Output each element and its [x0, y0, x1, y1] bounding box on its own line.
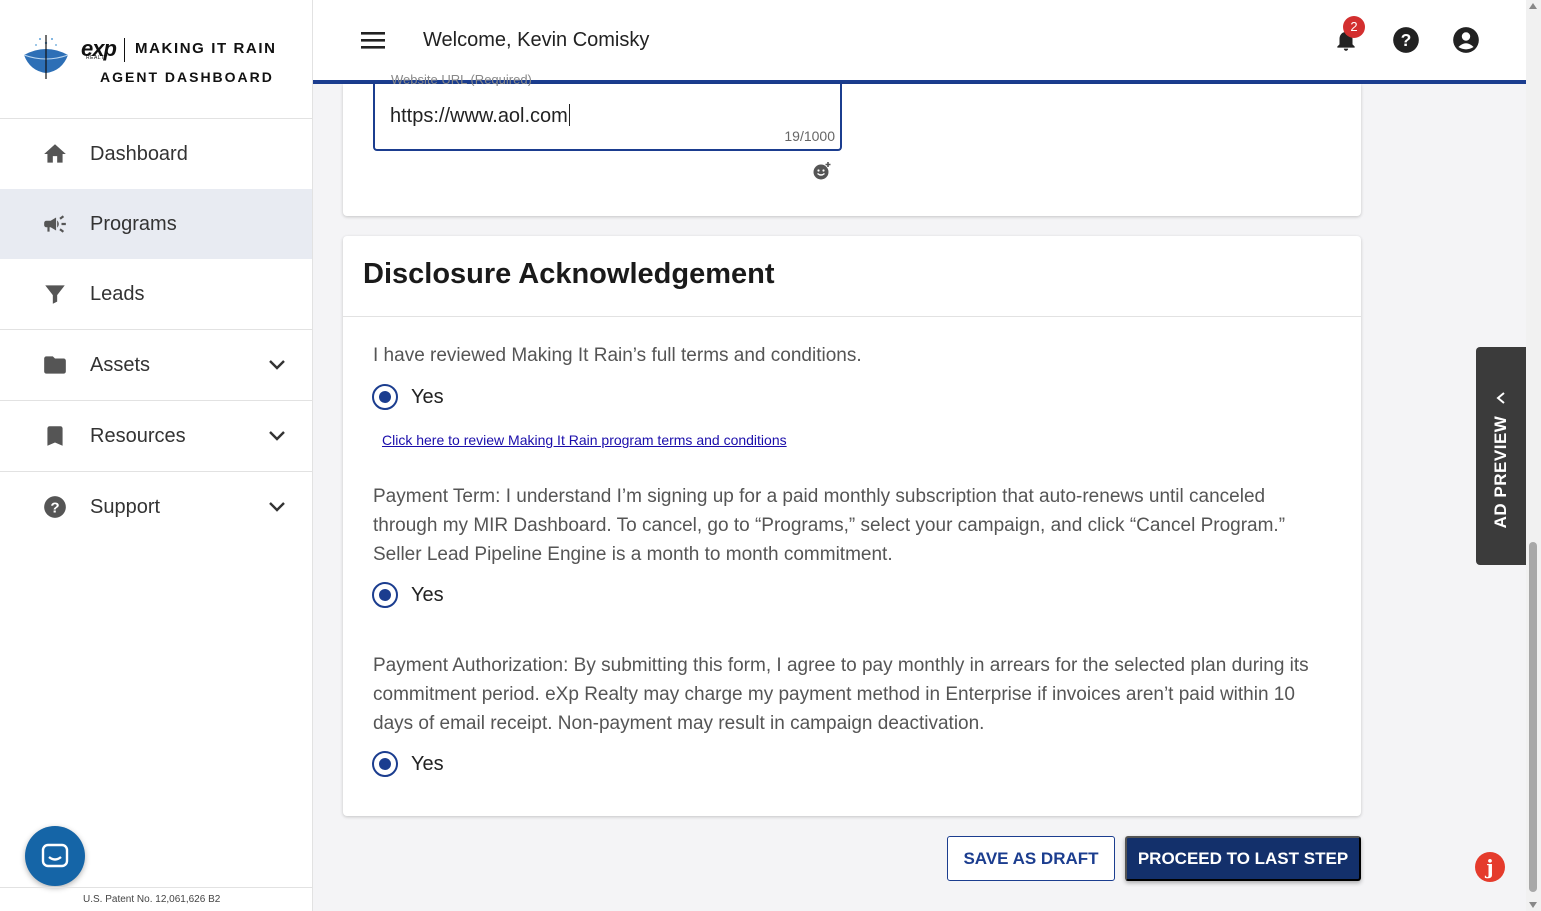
home-icon [42, 141, 68, 167]
notification-count-badge: 2 [1343, 16, 1365, 38]
brand-logo[interactable]: exp REALTY MAKING IT RAIN AGENT DASHBOAR… [0, 0, 312, 119]
welcome-message: Welcome, Kevin Comisky [423, 29, 650, 51]
help-icon[interactable]: ? [1392, 26, 1420, 54]
website-url-field[interactable]: Website URL (Required) https://www.aol.c… [373, 74, 842, 151]
text-caret [568, 104, 570, 126]
radio-label: Yes [411, 583, 444, 606]
chevron-down-icon[interactable] [268, 499, 286, 515]
ad-preview-label: AD PREVIEW [1491, 415, 1510, 529]
hamburger-menu-icon[interactable] [361, 30, 385, 50]
character-counter: 19/1000 [784, 128, 835, 144]
disclosure-question-terms: I have reviewed Making It Rain’s full te… [373, 345, 862, 366]
radio-button-selected[interactable] [372, 751, 398, 777]
radio-dot [379, 758, 391, 770]
chat-launcher-button[interactable] [25, 826, 85, 886]
website-url-label: Website URL (Required) [391, 74, 532, 86]
proceed-to-last-step-button[interactable]: PROCEED TO LAST STEP [1125, 836, 1361, 881]
sidebar: exp REALTY MAKING IT RAIN AGENT DASHBOAR… [0, 0, 313, 911]
sidebar-item-label: Assets [90, 353, 151, 376]
folder-icon [42, 352, 68, 378]
ad-preview-tab[interactable]: AD PREVIEW [1476, 347, 1526, 565]
website-url-card: Website URL (Required) https://www.aol.c… [343, 74, 1361, 216]
radio-label: Yes [411, 385, 444, 408]
bookmark-icon [42, 423, 68, 449]
brand-subtitle: AGENT DASHBOARD [100, 69, 274, 85]
sidebar-item-label: Resources [90, 424, 186, 447]
logo-divider [124, 38, 125, 62]
sidebar-item-label: Dashboard [90, 142, 188, 165]
radio-dot [379, 391, 391, 403]
emoji-picker-icon[interactable] [812, 161, 832, 181]
scroll-up-arrow-icon[interactable] [1529, 3, 1537, 9]
sidebar-item-dashboard[interactable]: Dashboard [0, 119, 312, 189]
exp-realty-text: REALTY [86, 55, 109, 61]
megaphone-icon [42, 211, 68, 237]
sidebar-item-label: Leads [90, 282, 145, 305]
disclosure-title: Disclosure Acknowledgement [343, 236, 1361, 317]
scroll-down-arrow-icon[interactable] [1529, 902, 1537, 908]
disclosure-question-payment-authorization: Payment Authorization: By submitting thi… [373, 655, 1309, 734]
scrollbar-thumb[interactable] [1529, 542, 1537, 892]
help-circle-icon: ? [42, 494, 68, 520]
sidebar-item-label: Support [90, 495, 161, 518]
page-scrollbar[interactable] [1526, 0, 1541, 911]
sidebar-item-support[interactable]: ? Support [0, 471, 312, 542]
disclosure-card: Disclosure Acknowledgement I have review… [343, 236, 1361, 816]
website-url-value: https://www.aol.com [390, 105, 568, 127]
terms-conditions-link[interactable]: Click here to review Making It Rain prog… [382, 432, 787, 448]
sidebar-item-programs[interactable]: Programs [0, 189, 312, 259]
terms-yes-radio[interactable]: Yes [372, 384, 444, 410]
website-url-input[interactable]: https://www.aol.com [390, 104, 570, 128]
umbrella-logo-icon [23, 35, 69, 79]
payment-authorization-yes-radio[interactable]: Yes [372, 751, 444, 777]
funnel-icon [42, 281, 68, 307]
radio-button-selected[interactable] [372, 582, 398, 608]
chat-icon [41, 843, 69, 868]
radio-button-selected[interactable] [372, 384, 398, 410]
sidebar-item-resources[interactable]: Resources [0, 400, 312, 471]
svg-text:?: ? [50, 499, 59, 516]
radio-label: Yes [411, 752, 444, 775]
payment-term-yes-radio[interactable]: Yes [372, 582, 444, 608]
chevron-down-icon[interactable] [268, 357, 286, 373]
chevron-left-icon [1496, 392, 1505, 404]
j-widget-button[interactable]: j [1475, 852, 1505, 882]
chevron-down-icon[interactable] [268, 428, 286, 444]
brand-title: MAKING IT RAIN [135, 40, 277, 57]
sidebar-item-leads[interactable]: Leads [0, 259, 312, 329]
save-as-draft-button[interactable]: SAVE AS DRAFT [947, 836, 1115, 881]
account-icon[interactable] [1452, 26, 1480, 54]
sidebar-item-label: Programs [90, 212, 177, 235]
svg-text:?: ? [1401, 30, 1412, 50]
disclosure-question-payment-term: Payment Term: I understand I’m signing u… [373, 486, 1286, 565]
radio-dot [379, 589, 391, 601]
sidebar-item-assets[interactable]: Assets [0, 329, 312, 400]
top-header: Welcome, Kevin Comisky 2 ? [313, 0, 1526, 84]
patent-notice: U.S. Patent No. 12,061,626 B2 [0, 887, 313, 911]
